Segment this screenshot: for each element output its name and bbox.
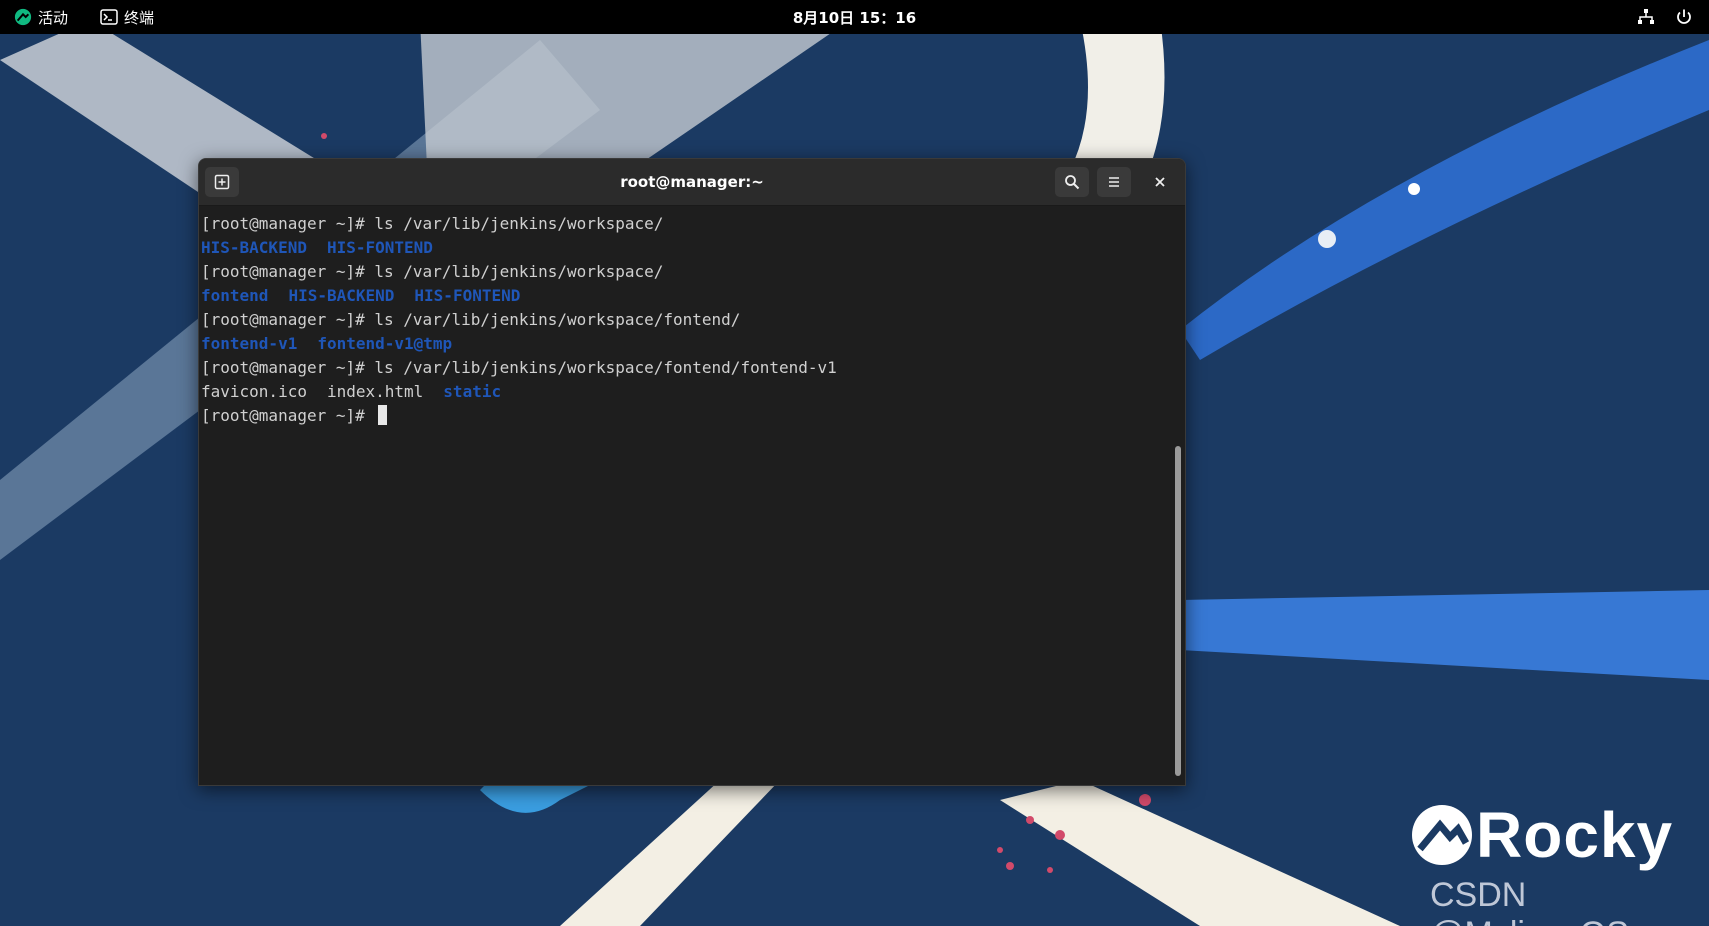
- new-tab-icon: [214, 174, 230, 190]
- terminal-line: fontend-v1 fontend-v1@tmp: [201, 332, 1171, 356]
- terminal-text: [root@manager ~]#: [201, 406, 375, 425]
- text-cursor: [378, 405, 388, 425]
- csdn-watermark: CSDN @MylinuxOS: [1430, 876, 1629, 926]
- desktop: 活动 终端 8月10日 15：16 root@manager:~ [root@m…: [0, 0, 1709, 926]
- terminal-line: [root@manager ~]# ls /var/lib/jenkins/wo…: [201, 260, 1171, 284]
- close-button[interactable]: [1143, 167, 1177, 197]
- close-icon: [1155, 177, 1165, 187]
- terminal-output[interactable]: [root@manager ~]# ls /var/lib/jenkins/wo…: [199, 206, 1171, 785]
- directory-entry: fontend-v1@tmp: [317, 334, 453, 353]
- network-indicator[interactable]: [1637, 0, 1661, 34]
- menu-button[interactable]: [1097, 167, 1131, 197]
- terminal-icon: [100, 9, 118, 25]
- clock[interactable]: 8月10日 15：16: [793, 7, 916, 28]
- search-icon: [1065, 175, 1080, 190]
- directory-entry: fontend-v1: [201, 334, 298, 353]
- terminal-header-bar[interactable]: root@manager:~: [199, 159, 1185, 206]
- activities-button[interactable]: 活动: [14, 0, 68, 34]
- new-tab-button[interactable]: [205, 167, 239, 197]
- power-menu[interactable]: [1675, 0, 1699, 34]
- hamburger-menu-icon: [1109, 177, 1119, 187]
- directory-entry: HIS-FONTEND: [326, 238, 433, 257]
- rocky-emblem-icon: [1412, 805, 1472, 865]
- terminal-text: index.html: [326, 382, 424, 401]
- directory-entry: fontend: [201, 286, 269, 305]
- terminal-text: [root@manager ~]# ls /var/lib/jenkins/wo…: [201, 358, 837, 377]
- rocky-logo-icon: [14, 8, 32, 26]
- terminal-line: favicon.ico index.html static: [201, 380, 1171, 404]
- power-icon: [1677, 9, 1691, 24]
- terminal-line: [root@manager ~]#: [201, 404, 1171, 428]
- terminal-window[interactable]: root@manager:~ [root@manager ~]# ls /var…: [198, 158, 1186, 786]
- directory-entry: HIS-BACKEND: [288, 286, 395, 305]
- terminal-text: [root@manager ~]# ls /var/lib/jenkins/wo…: [201, 310, 741, 329]
- directory-entry: HIS-BACKEND: [201, 238, 307, 257]
- search-button[interactable]: [1055, 167, 1089, 197]
- terminal-line: [root@manager ~]# ls /var/lib/jenkins/wo…: [201, 308, 1171, 332]
- network-icon: [1638, 9, 1654, 24]
- terminal-text: [root@manager ~]# ls /var/lib/jenkins/wo…: [201, 214, 664, 233]
- directory-entry: HIS-FONTEND: [414, 286, 521, 305]
- terminal-line: [root@manager ~]# ls /var/lib/jenkins/wo…: [201, 356, 1171, 380]
- rocky-logo: Rocky: [1410, 798, 1673, 872]
- app-label: 终端: [124, 8, 155, 27]
- terminal-line: HIS-BACKEND HIS-FONTEND: [201, 236, 1171, 260]
- window-title: root@manager:~: [620, 173, 764, 191]
- terminal-text: favicon.ico: [201, 382, 307, 401]
- terminal-line: fontend HIS-BACKEND HIS-FONTEND: [201, 284, 1171, 308]
- terminal-line: [root@manager ~]# ls /var/lib/jenkins/wo…: [201, 212, 1171, 236]
- clock-area: 8月10日 15：16: [0, 0, 1709, 34]
- app-menu-terminal[interactable]: 终端: [100, 0, 154, 34]
- activities-label: 活动: [38, 8, 69, 27]
- rocky-logo-text: Rocky: [1476, 799, 1674, 871]
- scrollbar[interactable]: [1175, 446, 1181, 776]
- top-bar: 活动 终端 8月10日 15：16: [0, 0, 1709, 34]
- terminal-text: [root@manager ~]# ls /var/lib/jenkins/wo…: [201, 262, 664, 281]
- directory-entry: static: [443, 382, 502, 401]
